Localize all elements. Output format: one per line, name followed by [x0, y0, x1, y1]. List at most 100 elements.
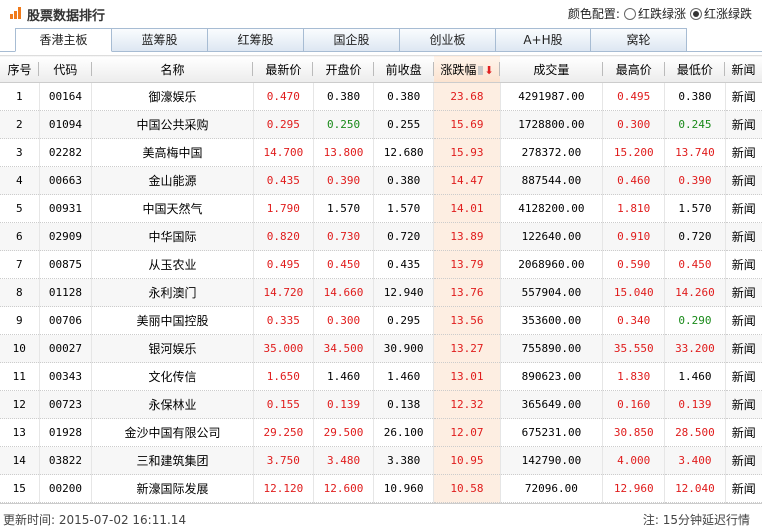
tab-red-chips[interactable]: 红筹股: [208, 28, 304, 52]
cell-name[interactable]: 银河娱乐: [91, 334, 254, 363]
cell-prev-close: 3.380: [373, 446, 435, 475]
table-row[interactable]: 3 02282 美高梅中国 14.700 13.800 12.680 15.93 278372…: [0, 138, 762, 167]
cell-volume: 142790.00: [500, 446, 604, 475]
col-header-change-pct[interactable]: 涨跌幅 ⬇: [433, 55, 501, 83]
table-body: 1 00164 御濠娱乐 0.470 0.380 0.380 23.68 4291987.00…: [0, 82, 762, 503]
table-row[interactable]: 5 00931 中国天然气 1.790 1.570 1.570 14.01 4128200.0…: [0, 194, 762, 223]
cell-news[interactable]: 新闻: [725, 222, 762, 251]
table-row[interactable]: 2 01094 中国公共采购 0.295 0.250 0.255 15.69 1728800.…: [0, 110, 762, 139]
radio-label-red-down[interactable]: 红跌绿涨: [638, 5, 686, 22]
cell-name[interactable]: 中华国际: [91, 222, 254, 251]
table-row[interactable]: 1 00164 御濠娱乐 0.470 0.380 0.380 23.68 4291987.00…: [0, 82, 762, 111]
cell-index: 10: [0, 334, 40, 363]
cell-index: 7: [0, 250, 40, 279]
cell-code: 01928: [39, 418, 93, 447]
col-header-code[interactable]: 代码: [39, 55, 92, 83]
table-row[interactable]: 10 00027 银河娱乐 35.000 34.500 30.900 13.27 755890…: [0, 334, 762, 363]
cell-last-price: 0.435: [253, 166, 314, 195]
cell-volume: 887544.00: [500, 166, 604, 195]
table-row[interactable]: 9 00706 美丽中国控股 0.335 0.300 0.295 13.56 353600.0…: [0, 306, 762, 335]
cell-volume: 557904.00: [500, 278, 604, 307]
cell-name[interactable]: 中国公共采购: [91, 110, 254, 139]
tab-hk-main-board[interactable]: 香港主板: [15, 28, 112, 52]
table-row[interactable]: 11 00343 文化传信 1.650 1.460 1.460 13.01 890623.00…: [0, 362, 762, 391]
cell-news[interactable]: 新闻: [725, 110, 762, 139]
table-header-row: 序号 代码 名称 最新价 开盘价 前收盘 涨跌幅 ⬇ 成交量 最高价 最低价 新闻: [0, 55, 762, 83]
cell-change-pct: 12.32: [433, 390, 501, 419]
cell-last-price: 0.295: [253, 110, 314, 139]
cell-news[interactable]: 新闻: [725, 166, 762, 195]
radio-label-red-up[interactable]: 红涨绿跌: [704, 5, 752, 22]
table-row[interactable]: 15 00200 新濠国际发展 12.120 12.600 10.960 10.58 7209…: [0, 474, 762, 503]
cell-low: 0.450: [664, 250, 726, 279]
cell-index: 11: [0, 362, 40, 391]
cell-code: 00706: [39, 306, 93, 335]
cell-news[interactable]: 新闻: [725, 250, 762, 279]
cell-news[interactable]: 新闻: [725, 418, 762, 447]
title-bar: 股票数据排行 颜色配置: 红跌绿涨 红涨绿跌: [0, 0, 762, 26]
cell-name[interactable]: 从玉农业: [91, 250, 254, 279]
col-header-open[interactable]: 开盘价: [313, 55, 374, 83]
cell-low: 0.139: [664, 390, 726, 419]
cell-news[interactable]: 新闻: [725, 194, 762, 223]
cell-name[interactable]: 美丽中国控股: [91, 306, 254, 335]
cell-name[interactable]: 文化传信: [91, 362, 254, 391]
col-header-volume[interactable]: 成交量: [500, 55, 603, 83]
cell-name[interactable]: 新濠国际发展: [91, 474, 254, 503]
table-row[interactable]: 4 00663 金山能源 0.435 0.390 0.380 14.47 887544.00 0…: [0, 166, 762, 195]
col-header-last-price[interactable]: 最新价: [253, 55, 314, 83]
cell-name[interactable]: 中国天然气: [91, 194, 254, 223]
tab-warrants[interactable]: 窝轮: [591, 28, 687, 52]
cell-low: 0.245: [664, 110, 726, 139]
cell-name[interactable]: 美高梅中国: [91, 138, 254, 167]
cell-change-pct: 13.27: [433, 334, 501, 363]
cell-news[interactable]: 新闻: [725, 278, 762, 307]
cell-name[interactable]: 三和建筑集团: [91, 446, 254, 475]
cell-code: 00343: [39, 362, 93, 391]
table-row[interactable]: 13 01928 金沙中国有限公司 29.250 29.500 26.100 12.07 67…: [0, 418, 762, 447]
color-config-label: 颜色配置:: [567, 7, 620, 21]
cell-news[interactable]: 新闻: [725, 446, 762, 475]
cell-name[interactable]: 永利澳门: [91, 278, 254, 307]
col-header-index[interactable]: 序号: [0, 55, 40, 83]
cell-open: 34.500: [313, 334, 375, 363]
table-row[interactable]: 7 00875 从玉农业 0.495 0.450 0.435 13.79 2068960.00…: [0, 250, 762, 279]
col-header-name[interactable]: 名称: [91, 55, 254, 83]
table-row[interactable]: 6 02909 中华国际 0.820 0.730 0.720 13.89 122640.00 0…: [0, 222, 762, 251]
cell-code: 02909: [39, 222, 93, 251]
cell-volume: 4128200.00: [500, 194, 604, 223]
cell-code: 00723: [39, 390, 93, 419]
table-row[interactable]: 8 01128 永利澳门 14.720 14.660 12.940 13.76 557904.…: [0, 278, 762, 307]
cell-change-pct: 13.76: [433, 278, 501, 307]
cell-open: 3.480: [313, 446, 375, 475]
table-row[interactable]: 12 00723 永保林业 0.155 0.139 0.138 12.32 365649.00…: [0, 390, 762, 419]
col-header-high[interactable]: 最高价: [602, 55, 666, 83]
tab-h-shares[interactable]: 国企股: [304, 28, 400, 52]
cell-news[interactable]: 新闻: [725, 474, 762, 503]
cell-open: 0.390: [313, 166, 375, 195]
tab-a-h-shares[interactable]: A+H股: [496, 28, 591, 52]
tab-blue-chips[interactable]: 蓝筹股: [112, 28, 208, 52]
cell-news[interactable]: 新闻: [725, 390, 762, 419]
cell-news[interactable]: 新闻: [725, 138, 762, 167]
cell-news[interactable]: 新闻: [725, 82, 762, 111]
cell-news[interactable]: 新闻: [725, 362, 762, 391]
table-row[interactable]: 14 03822 三和建筑集团 3.750 3.480 3.380 10.95 142790.…: [0, 446, 762, 475]
cell-name[interactable]: 永保林业: [91, 390, 254, 419]
col-header-change-pct-label: 涨跌幅: [440, 62, 477, 77]
tab-gem[interactable]: 创业板: [400, 28, 496, 52]
col-header-low[interactable]: 最低价: [664, 55, 726, 83]
col-header-prev-close[interactable]: 前收盘: [373, 55, 434, 83]
cell-name[interactable]: 御濠娱乐: [91, 82, 254, 111]
footer: 更新时间: 2015-07-02 16:11.14 注: 15分钟延迟行情: [0, 503, 762, 532]
cell-code: 00027: [39, 334, 93, 363]
cell-change-pct: 13.01: [433, 362, 501, 391]
cell-news[interactable]: 新闻: [725, 334, 762, 363]
cell-name[interactable]: 金山能源: [91, 166, 254, 195]
cell-name[interactable]: 金沙中国有限公司: [91, 418, 254, 447]
cell-high: 0.495: [602, 82, 666, 111]
cell-open: 0.730: [313, 222, 375, 251]
radio-red-up-green-down[interactable]: [689, 7, 702, 20]
cell-news[interactable]: 新闻: [725, 306, 762, 335]
radio-red-down-green-up[interactable]: [623, 7, 636, 20]
